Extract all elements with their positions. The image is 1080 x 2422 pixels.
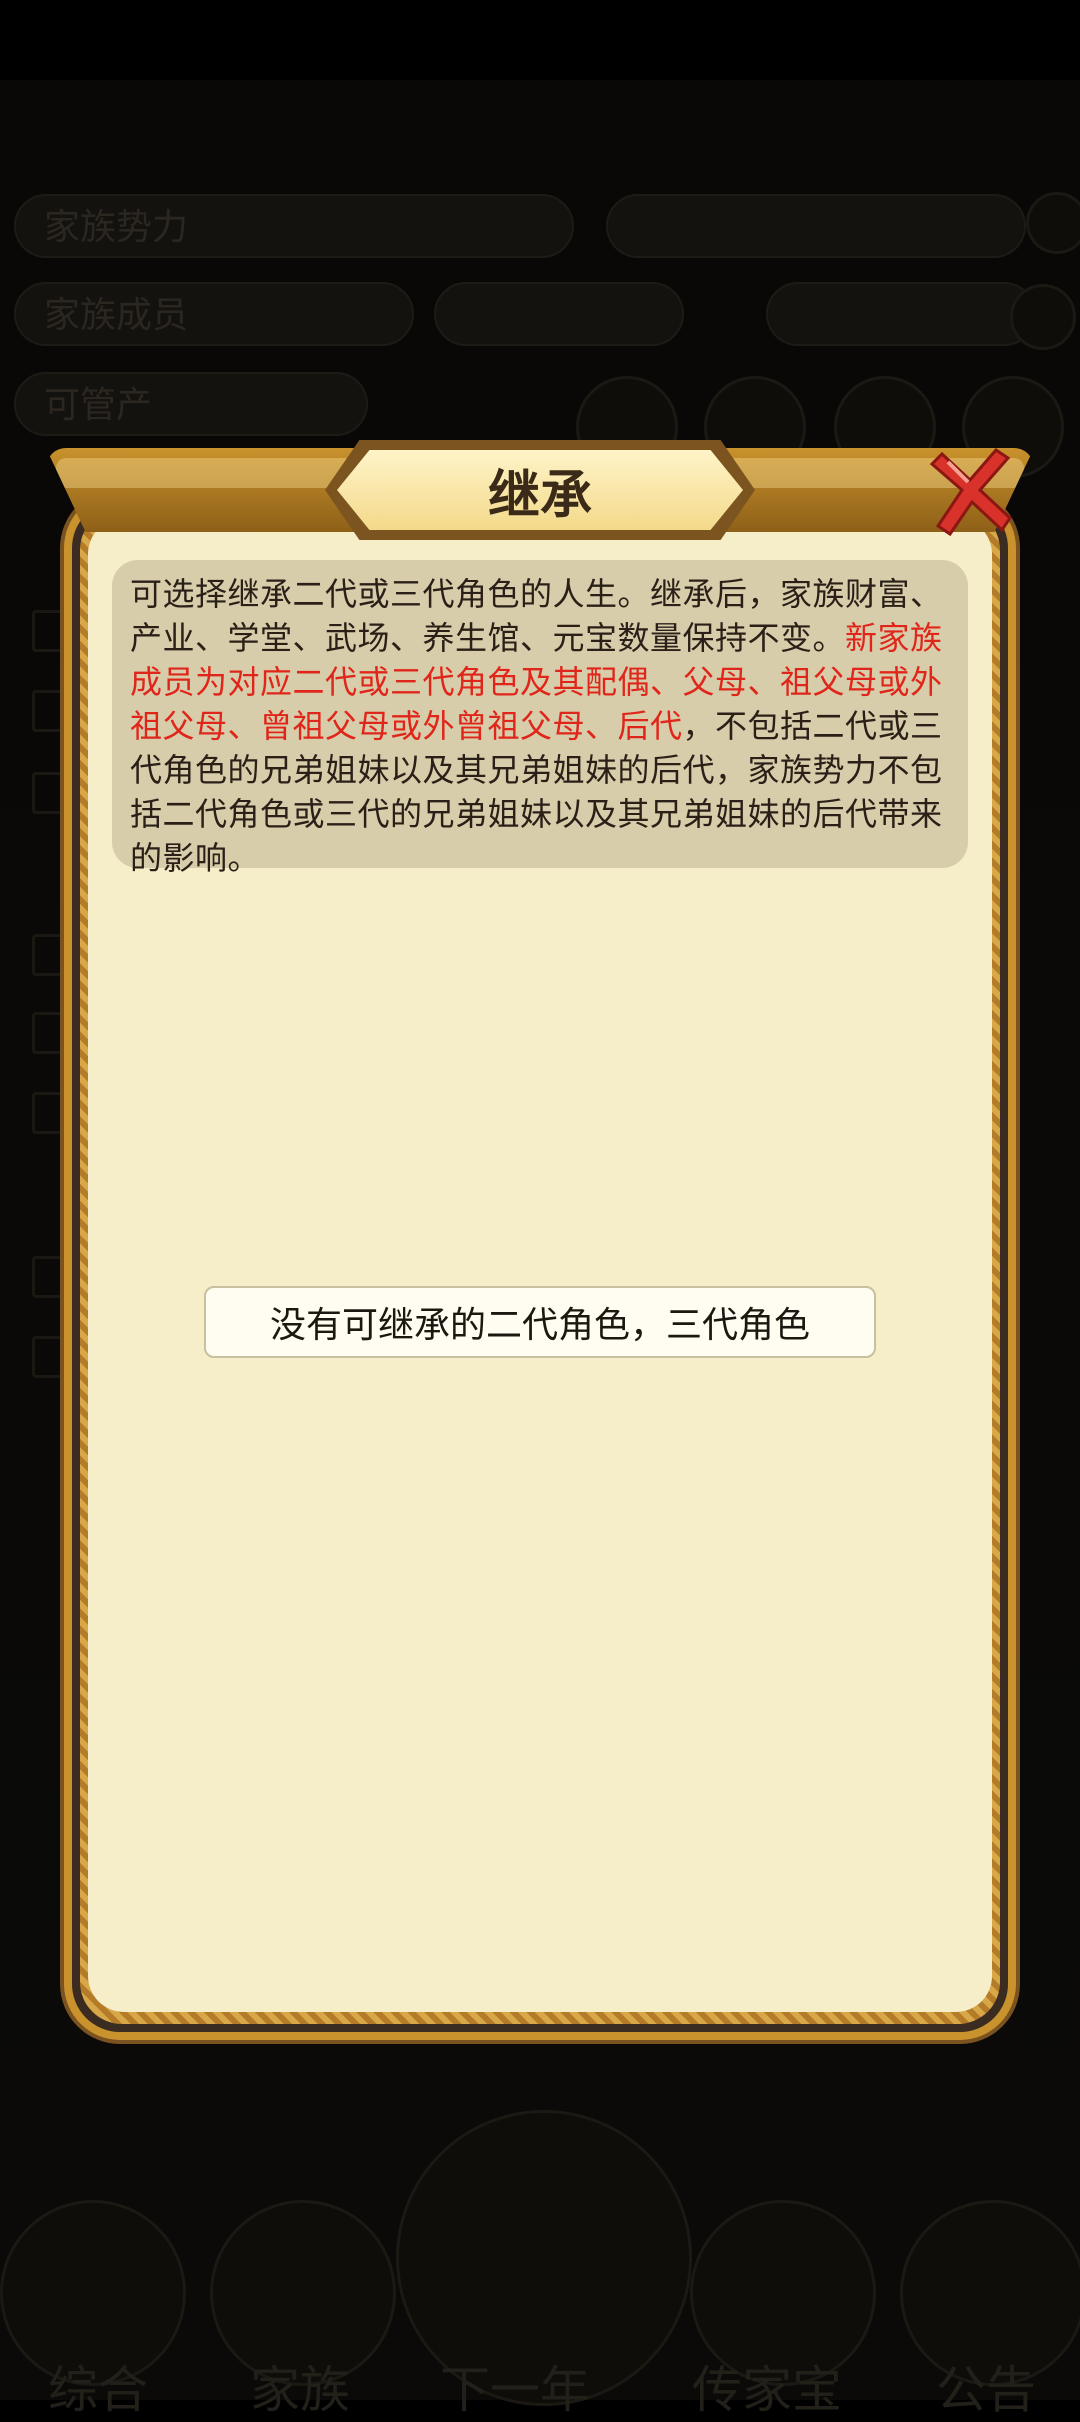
background-nav-label: 下一年	[440, 2361, 590, 2419]
background-stat-gems	[766, 282, 1036, 346]
background-add-icon	[1010, 284, 1076, 350]
background-list-marker	[32, 1336, 74, 1378]
background-list-marker	[32, 610, 74, 652]
close-button[interactable]	[918, 444, 1018, 544]
close-icon	[929, 448, 1012, 537]
background-list-marker	[32, 1092, 74, 1134]
background-list-marker	[32, 772, 74, 814]
background-list-marker	[32, 934, 74, 976]
background-list-marker	[32, 1256, 74, 1298]
background-stat-label: 可管产	[44, 385, 153, 426]
background-stat-label: 家族成员	[44, 295, 189, 336]
background-stat-label: 家族势力	[44, 207, 189, 248]
background-nav-label: 公告	[936, 2361, 1036, 2419]
inherit-rules-text: 可选择继承二代或三代角色的人生。继承后，家族财富、产业、学堂、武场、养生馆、元宝…	[112, 560, 968, 877]
rules-text-normal: 可选择继承二代或三代角色的人生。继承后，家族财富、产业、学堂、武场、养生馆、元宝…	[130, 575, 943, 657]
background-stat-members: 家族成员	[14, 282, 414, 346]
background-help-icon	[1026, 192, 1080, 254]
background-list-marker	[32, 690, 74, 732]
background-stat-currency	[606, 194, 1026, 258]
background-stat-property: 可管产	[14, 372, 368, 436]
background-stat-family-power: 家族势力	[14, 194, 574, 258]
background-list-marker	[32, 1012, 74, 1054]
background-nav-label: 家族	[250, 2361, 350, 2419]
background-stat-years	[434, 282, 684, 346]
empty-state-message: 没有可继承的二代角色，三代角色	[204, 1286, 876, 1358]
background-nav-label: 综合	[48, 2361, 148, 2419]
dialog-title: 继承	[337, 450, 743, 530]
background-nav-label: 传家宝	[692, 2361, 842, 2419]
